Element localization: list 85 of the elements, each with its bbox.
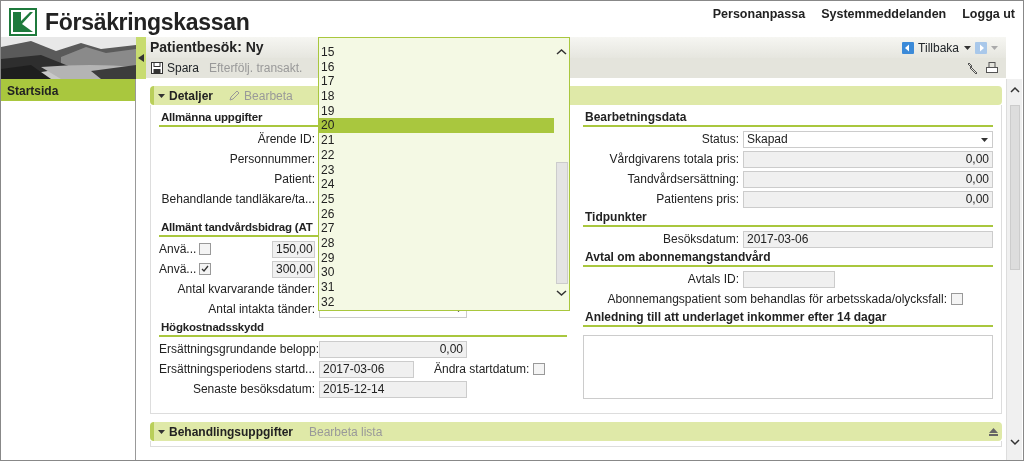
- field-label: Behandlande tandläkare/ta...: [160, 191, 315, 208]
- field-label: Tandvårdsersättning:: [626, 171, 739, 188]
- select-field[interactable]: Skapad: [743, 130, 993, 148]
- date-field: 2017-03-06: [743, 230, 993, 248]
- edit-link: Bearbeta: [229, 86, 293, 105]
- date-field: 2017-03-06: [319, 360, 414, 378]
- dropdown-option[interactable]: 22: [319, 147, 554, 163]
- field-label: Ersättningsperiodens startd...: [159, 361, 315, 378]
- panel-title: Detaljer: [169, 87, 214, 105]
- dropdown-list[interactable]: 15 16 17 18 19 20 21 22 23 24 25 26 27 28 29 30 31 32: [318, 37, 570, 311]
- print-icon[interactable]: [986, 62, 998, 74]
- field-label: Personnummer:: [228, 151, 315, 168]
- dropdown-option[interactable]: 18: [319, 89, 554, 104]
- dropdown-option[interactable]: 15: [319, 45, 554, 60]
- amount-field: 0,00: [743, 190, 993, 208]
- field-label: Avtals ID:: [686, 271, 739, 288]
- scroll-down-icon[interactable]: [554, 287, 569, 299]
- amount-field: 0,00: [319, 340, 467, 358]
- dropdown-option[interactable]: 26: [319, 206, 554, 222]
- field-label: Antal intakta tänder:: [207, 301, 315, 318]
- edit-link: Bearbeta lista: [309, 423, 383, 441]
- field-label: Besöksdatum:: [661, 231, 739, 248]
- field-label: Abonnemangspatient som behandlas för arbetsskada/olycksfall:: [607, 291, 947, 308]
- amount-field: 0,00: [743, 170, 993, 188]
- dropdown-option[interactable]: 20: [319, 118, 554, 134]
- collapse-arrow-icon[interactable]: [138, 54, 144, 62]
- dropdown-option[interactable]: 25: [319, 191, 554, 207]
- back-button[interactable]: Tillbaka: [901, 37, 960, 58]
- section-heading: Anledning till att underlaget inkommer efter 14 dagar: [583, 309, 993, 327]
- dropdown-option[interactable]: 23: [319, 162, 554, 178]
- toolbar-button[interactable]: Spara: [150, 58, 201, 78]
- toolbar-button: Efterfölj. transakt.: [208, 58, 304, 78]
- date-field: 2015-12-14: [319, 380, 467, 398]
- scroll-up-icon[interactable]: [1008, 85, 1022, 95]
- field-label: Ärende ID:: [256, 131, 315, 148]
- field-label: Antal kvarvarande tänder:: [176, 281, 315, 298]
- caret-icon[interactable]: [964, 45, 971, 50]
- field-label: Anvä...: [159, 261, 195, 278]
- logo-text: Försäkringskassan: [45, 8, 250, 37]
- checkbox[interactable]: [199, 243, 211, 255]
- checkbox[interactable]: [951, 293, 963, 305]
- dropdown-option[interactable]: 30: [319, 265, 554, 280]
- caret-icon: [158, 93, 165, 98]
- field-label: Status:: [700, 131, 739, 148]
- header-link[interactable]: Logga ut: [962, 5, 1015, 24]
- field-label: Vårdgivarens totala pris:: [608, 151, 739, 168]
- dropdown-option[interactable]: 16: [319, 59, 554, 75]
- dropdown-option[interactable]: 21: [319, 133, 554, 148]
- amount-field: 300,00: [272, 260, 315, 278]
- section-heading: Bearbetningsdata: [583, 109, 993, 127]
- caret-icon: [158, 429, 165, 434]
- scrollbar-thumb[interactable]: [556, 162, 568, 284]
- save-icon: [151, 62, 163, 74]
- scroll-down-icon[interactable]: [1008, 437, 1022, 447]
- field-label: Anvä...: [159, 241, 195, 258]
- dropdown-option[interactable]: 28: [319, 235, 554, 251]
- dropdown-option[interactable]: 24: [319, 177, 554, 192]
- pencil-icon: [229, 90, 241, 101]
- sidebar-item[interactable]: Startsida: [1, 79, 135, 101]
- dropdown-option[interactable]: 32: [319, 294, 554, 310]
- field-label: Patient:: [273, 171, 315, 188]
- amount-field: 150,00: [272, 240, 315, 258]
- field-label: Patientens pris:: [655, 191, 739, 208]
- dropdown-option[interactable]: 27: [319, 221, 554, 236]
- checkbox[interactable]: [199, 263, 211, 275]
- field-label: Ändra startdatum:: [434, 361, 530, 378]
- collapse-icon[interactable]: [989, 428, 998, 437]
- amount-field: 0,00: [743, 150, 993, 168]
- dropdown-arrow-icon: [981, 137, 988, 142]
- panel-title: Behandlingsuppgifter: [169, 423, 293, 441]
- section-heading: Högkostnadsskydd: [159, 319, 567, 337]
- section-heading: Tidpunkter: [583, 209, 993, 227]
- section-heading: Avtal om abonnemangstandvård: [583, 249, 993, 267]
- header-link[interactable]: Systemmeddelanden: [821, 5, 947, 24]
- input-field[interactable]: [743, 270, 835, 288]
- dropdown-option[interactable]: 29: [319, 250, 554, 266]
- field-label: Senaste besöksdatum:: [191, 381, 315, 398]
- logo-icon: [9, 8, 37, 37]
- checkbox[interactable]: [533, 363, 546, 375]
- dropdown-option[interactable]: 31: [319, 280, 554, 295]
- scrollbar-thumb[interactable]: [1010, 105, 1020, 270]
- scroll-up-icon[interactable]: [554, 46, 569, 58]
- page-title: Patientbesök: Ny: [150, 38, 264, 57]
- header-link[interactable]: Personanpassa: [712, 5, 806, 24]
- wrench-icon[interactable]: [966, 62, 978, 74]
